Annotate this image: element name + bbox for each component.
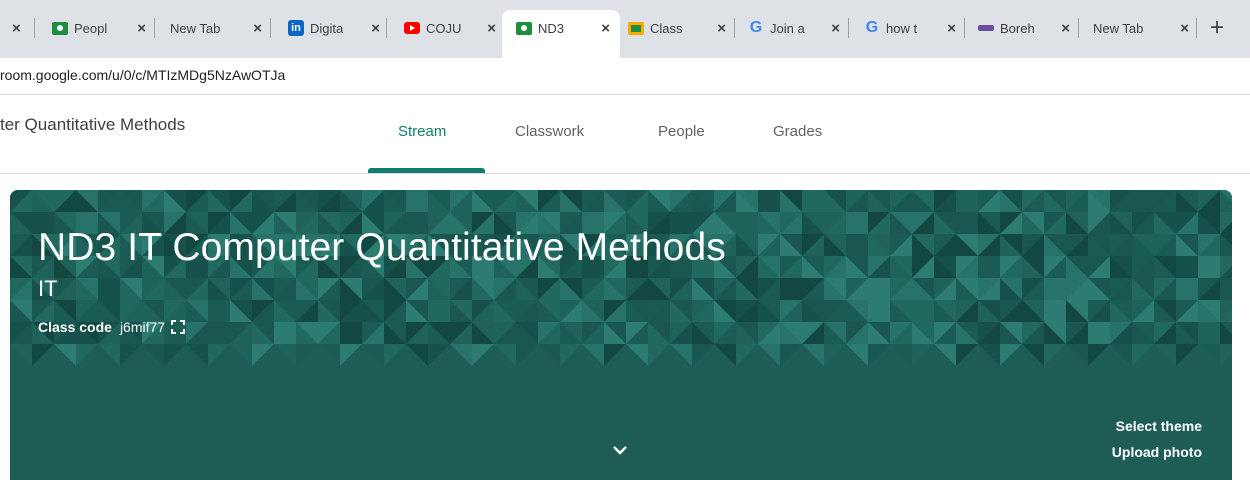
class-code-value: j6mif77 — [119, 319, 166, 335]
tab-title: COJU — [426, 20, 462, 36]
browser-tab-strip: × Peopl × New Tab × in Digita × COJU × N… — [0, 0, 1250, 58]
class-section: IT — [38, 276, 58, 301]
class-code-label: Class code — [38, 319, 112, 335]
browser-tab-classroom[interactable]: Class × — [628, 10, 726, 46]
url-text[interactable]: room.google.com/u/0/c/MTIzMDg5NzAwOTJa — [0, 67, 285, 83]
browser-tab-google-join[interactable]: G Join a × — [748, 10, 840, 46]
tab-separator — [34, 18, 35, 38]
tab-title: New Tab — [170, 20, 221, 36]
browser-tab-google-how[interactable]: G how t × — [864, 10, 956, 46]
browser-tab[interactable]: × — [4, 10, 30, 46]
tab-title: Boreh — [1000, 20, 1035, 36]
tab-stream[interactable]: Stream — [398, 123, 446, 140]
browser-tab-new-tab[interactable]: New Tab × — [1093, 10, 1189, 46]
upload-photo-link[interactable]: Upload photo — [1112, 444, 1202, 460]
tab-separator — [734, 18, 735, 38]
tab-title: Digita — [310, 20, 344, 36]
browser-tab-active[interactable]: ND3 × — [502, 10, 620, 58]
course-title[interactable]: ter Quantitative Methods — [0, 115, 185, 135]
close-tab-icon[interactable]: × — [1061, 20, 1070, 37]
tab-classwork[interactable]: Classwork — [515, 123, 584, 140]
close-tab-icon[interactable]: × — [717, 20, 726, 37]
select-theme-link[interactable]: Select theme — [1116, 418, 1202, 434]
close-tab-icon[interactable]: × — [137, 20, 146, 37]
tab-separator — [154, 18, 155, 38]
address-bar[interactable]: room.google.com/u/0/c/MTIzMDg5NzAwOTJa — [0, 58, 1250, 95]
classroom-icon — [628, 20, 644, 36]
class-code-row: Class code j6mif77 — [38, 319, 186, 335]
tab-title: how t — [886, 20, 918, 36]
close-tab-icon[interactable]: × — [253, 20, 262, 37]
tab-people[interactable]: People — [658, 123, 705, 140]
close-tab-icon[interactable]: × — [947, 20, 956, 37]
tab-title: Peopl — [74, 20, 108, 36]
close-tab-icon[interactable]: × — [12, 20, 21, 37]
browser-tab-site[interactable]: Boreh × — [978, 10, 1070, 46]
new-tab-button[interactable]: + — [1210, 14, 1224, 42]
tab-title: New Tab — [1093, 20, 1144, 36]
browser-tab-youtube[interactable]: COJU × — [404, 10, 496, 46]
browser-tab-new-tab[interactable]: New Tab × — [170, 10, 262, 46]
tab-separator — [386, 18, 387, 38]
site-icon — [978, 20, 994, 36]
close-tab-icon[interactable]: × — [371, 20, 380, 37]
youtube-icon — [404, 20, 420, 36]
tab-separator — [964, 18, 965, 38]
tab-separator — [270, 18, 271, 38]
tab-separator — [848, 18, 849, 38]
tab-title: Join a — [770, 20, 805, 36]
class-banner: ND3 IT Computer Quantitative Methods IT … — [10, 190, 1232, 480]
chevron-down-icon[interactable] — [610, 442, 630, 458]
browser-tab-linkedin[interactable]: in Digita × — [288, 10, 380, 46]
tab-separator — [1196, 18, 1197, 38]
class-title: ND3 IT Computer Quantitative Methods — [38, 226, 726, 269]
tab-title: ND3 — [538, 20, 565, 36]
close-tab-icon[interactable]: × — [487, 20, 496, 37]
active-tab-indicator — [368, 168, 485, 173]
classroom-icon — [52, 20, 68, 36]
classroom-icon — [516, 20, 532, 36]
app-header: ter Quantitative Methods Stream Classwor… — [0, 95, 1250, 174]
linkedin-icon: in — [288, 20, 304, 36]
browser-tab-people[interactable]: Peopl × — [52, 10, 146, 46]
google-icon: G — [749, 19, 763, 36]
google-icon: G — [865, 19, 879, 36]
fullscreen-icon[interactable] — [171, 320, 186, 334]
close-tab-icon[interactable]: × — [601, 20, 610, 37]
close-tab-icon[interactable]: × — [1180, 20, 1189, 37]
tab-grades[interactable]: Grades — [773, 123, 822, 140]
tab-title: Class — [650, 20, 683, 36]
tab-separator — [1078, 18, 1079, 38]
close-tab-icon[interactable]: × — [831, 20, 840, 37]
